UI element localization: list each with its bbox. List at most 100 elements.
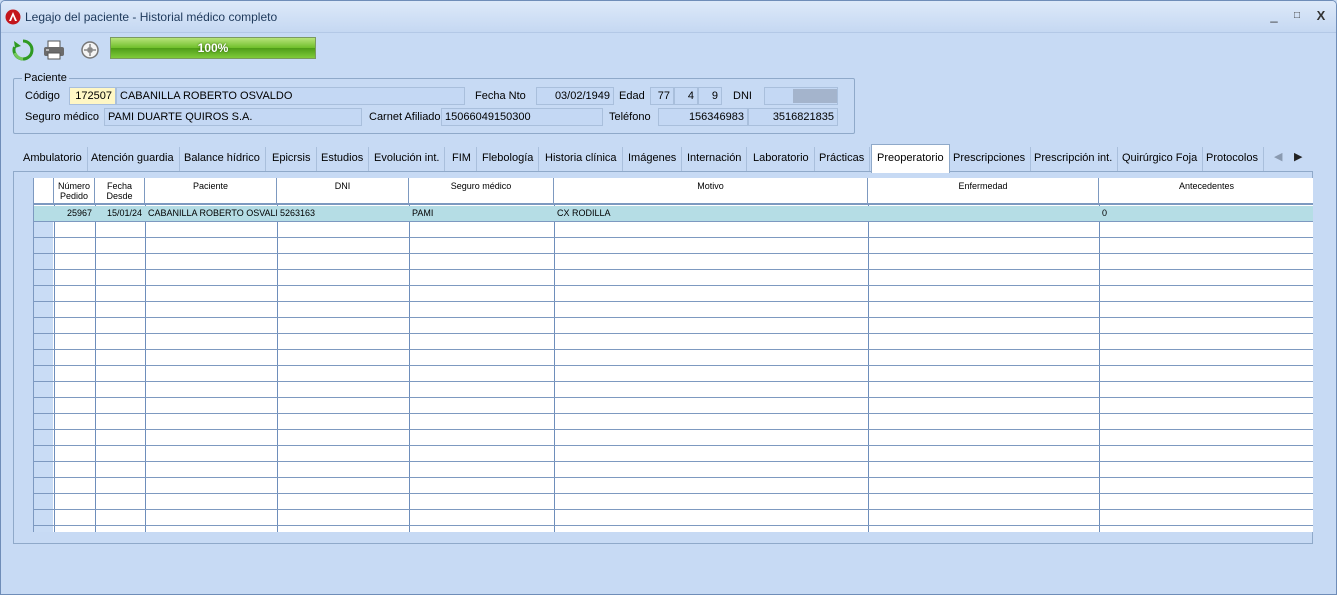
grid-column-line — [1099, 205, 1100, 532]
carnet-field[interactable]: 15066049150300 — [441, 108, 603, 126]
grid-column-line — [54, 205, 55, 532]
codigo-label: Código — [25, 90, 60, 102]
tab-estudios[interactable]: Estudios — [316, 147, 370, 171]
row-indicator[interactable] — [34, 366, 53, 381]
tab-balance-hidrico[interactable]: Balance hídrico — [179, 147, 266, 171]
dni-field[interactable] — [764, 87, 838, 105]
tab-ambulatorio[interactable]: Ambulatorio — [18, 147, 88, 171]
patient-legend: Paciente — [22, 72, 69, 84]
row-indicator[interactable] — [34, 222, 53, 237]
tab-practicas[interactable]: Prácticas — [814, 147, 871, 171]
row-indicator[interactable] — [34, 526, 53, 532]
print-icon[interactable] — [42, 38, 66, 62]
table-row[interactable]: 25967 15/01/24 CABANILLA ROBERTO OSVALDO… — [34, 206, 1313, 221]
progress-bar: 100% — [110, 37, 316, 59]
header-numero-pedido[interactable]: Número Pedido — [54, 178, 95, 205]
cell-paciente: CABANILLA ROBERTO OSVALDO — [148, 208, 277, 218]
tab-prescripciones[interactable]: Prescripciones — [948, 147, 1032, 171]
tab-epicrsis[interactable]: Epicrsis — [267, 147, 317, 171]
edad-months-field[interactable]: 4 — [674, 87, 698, 105]
grid-row-line — [34, 493, 1313, 494]
row-indicator[interactable] — [34, 302, 53, 317]
tab-preoperatorio[interactable]: Preoperatorio — [871, 144, 950, 173]
refresh-icon[interactable] — [11, 38, 35, 62]
patient-group: Paciente Código 172507 CABANILLA ROBERTO… — [13, 72, 855, 134]
tab-evolucion-int[interactable]: Evolución int. — [369, 147, 446, 171]
header-dni[interactable]: DNI — [277, 178, 409, 205]
row-indicator[interactable] — [34, 494, 53, 509]
cell-enfermedad — [868, 206, 1099, 221]
window-title: Legajo del paciente - Historial médico c… — [25, 10, 278, 24]
tab-atencion-guardia[interactable]: Atención guardia — [86, 147, 180, 171]
row-indicator[interactable] — [34, 238, 53, 253]
close-button[interactable]: X — [1310, 7, 1332, 25]
row-indicator[interactable] — [34, 414, 53, 429]
row-indicator[interactable] — [34, 398, 53, 413]
grid-row-line — [34, 381, 1313, 382]
maximize-button[interactable]: □ — [1286, 7, 1308, 25]
edad-label: Edad — [619, 90, 645, 102]
row-indicator[interactable] — [34, 478, 53, 493]
grid-row-line — [34, 317, 1313, 318]
preoperatorio-grid[interactable]: Número Pedido Fecha Desde Paciente DNI S… — [33, 178, 1313, 532]
row-indicator[interactable] — [34, 286, 53, 301]
row-indicator[interactable] — [34, 350, 53, 365]
row-indicator[interactable] — [34, 334, 53, 349]
row-indicator[interactable] — [34, 254, 53, 269]
row-indicator[interactable] — [34, 510, 53, 525]
tab-scroll-right-icon[interactable]: ▶ — [1294, 150, 1302, 163]
grid-row-line — [34, 461, 1313, 462]
header-fecha-desde[interactable]: Fecha Desde — [95, 178, 145, 205]
grid-row-line — [34, 477, 1313, 478]
grid-row-line — [34, 301, 1313, 302]
edad-days-field[interactable]: 9 — [698, 87, 722, 105]
grid-column-line — [554, 205, 555, 532]
fecha-nto-field[interactable]: 03/02/1949 — [536, 87, 614, 105]
header-antecedentes[interactable]: Antecedentes — [1099, 178, 1313, 205]
minimize-button[interactable]: _ — [1263, 7, 1285, 25]
edad-years-field[interactable]: 77 — [650, 87, 674, 105]
cell-dni: 5263163 — [280, 208, 316, 218]
row-indicator[interactable] — [34, 462, 53, 477]
codigo-field[interactable]: 172507 — [69, 87, 116, 105]
cell-fecha: 15/01/24 — [106, 208, 142, 218]
seguro-label: Seguro médico — [25, 111, 99, 123]
header-motivo[interactable]: Motivo — [554, 178, 868, 205]
tab-quirurgico-foja[interactable]: Quirúrgico Foja — [1117, 147, 1204, 171]
header-numero-line2: Pedido — [59, 191, 89, 201]
header-paciente[interactable]: Paciente — [145, 178, 277, 205]
settings-icon[interactable] — [78, 38, 102, 62]
header-numero-line1: Número — [57, 181, 90, 191]
tab-historia-clinica[interactable]: Historia clínica — [540, 147, 623, 171]
patient-name-field[interactable]: CABANILLA ROBERTO OSVALDO — [116, 87, 465, 105]
dni-label: DNI — [733, 90, 752, 102]
tab-protocolos[interactable]: Protocolos — [1201, 147, 1264, 171]
seguro-field[interactable]: PAMI DUARTE QUIROS S.A. — [104, 108, 362, 126]
tab-prescripcion-int[interactable]: Prescripción int. — [1029, 147, 1119, 171]
telefono-label: Teléfono — [609, 111, 651, 123]
row-indicator[interactable] — [34, 382, 53, 397]
grid-row-line — [34, 413, 1313, 414]
grid-row-line — [34, 285, 1313, 286]
row-indicator[interactable] — [34, 318, 53, 333]
telefono2-field[interactable]: 3516821835 — [748, 108, 838, 126]
header-enfermedad[interactable]: Enfermedad — [868, 178, 1099, 205]
grid-row-line — [34, 445, 1313, 446]
row-indicator[interactable] — [34, 430, 53, 445]
grid-row-line — [34, 333, 1313, 334]
tab-laboratorio[interactable]: Laboratorio — [748, 147, 815, 171]
grid-column-line — [868, 205, 869, 532]
tab-internacion[interactable]: Internación — [682, 147, 748, 171]
header-seguro-medico[interactable]: Seguro médico — [409, 178, 554, 205]
row-indicator[interactable] — [34, 270, 53, 285]
row-indicator[interactable] — [34, 446, 53, 461]
tab-scroll-left-icon[interactable]: ◀ — [1274, 150, 1282, 163]
grid-row-line — [34, 349, 1313, 350]
grid-column-line — [145, 205, 146, 532]
cell-motivo: CX RODILLA — [557, 208, 611, 218]
tab-flebologia[interactable]: Flebología — [477, 147, 540, 171]
toolbar: 100% — [1, 33, 1336, 67]
telefono1-field[interactable]: 156346983 — [658, 108, 748, 126]
tab-fim[interactable]: FIM — [447, 147, 477, 171]
tab-imagenes[interactable]: Imágenes — [623, 147, 683, 171]
